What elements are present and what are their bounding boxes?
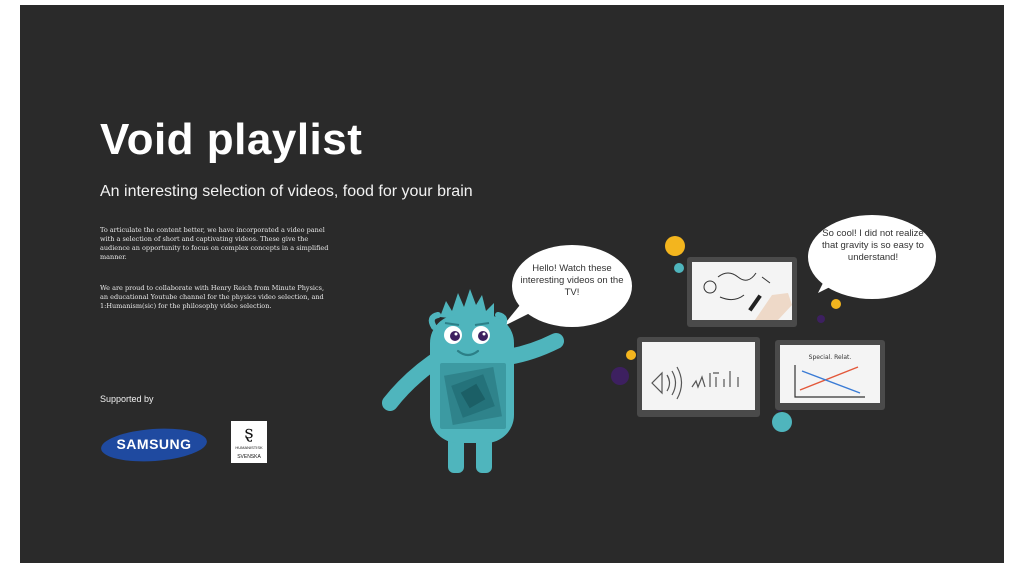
yellow-dot-icon: [831, 299, 841, 309]
teal-dot-icon: [772, 412, 792, 432]
yellow-dot-icon: [626, 350, 636, 360]
video-thumbnail-drawing: [687, 257, 797, 327]
teal-dot-icon: [674, 263, 684, 273]
viewer-speech-text: So cool! I did not realize that gravity …: [822, 228, 924, 263]
purple-dot-icon: [817, 315, 825, 323]
yellow-dot-icon: [665, 236, 685, 256]
video-thumbnail-waves: [637, 337, 760, 417]
mascot-character: [382, 289, 564, 473]
slide-canvas: Void playlist An interesting selection o…: [20, 5, 1004, 563]
purple-dot-icon: [611, 367, 629, 385]
video-thumbnail-graph: Special. Relat.: [775, 340, 885, 410]
mascot-speech-text: Hello! Watch these interesting videos on…: [520, 263, 624, 298]
graph-title: Special. Relat.: [809, 354, 852, 361]
illustration: Special. Relat.: [382, 215, 936, 473]
